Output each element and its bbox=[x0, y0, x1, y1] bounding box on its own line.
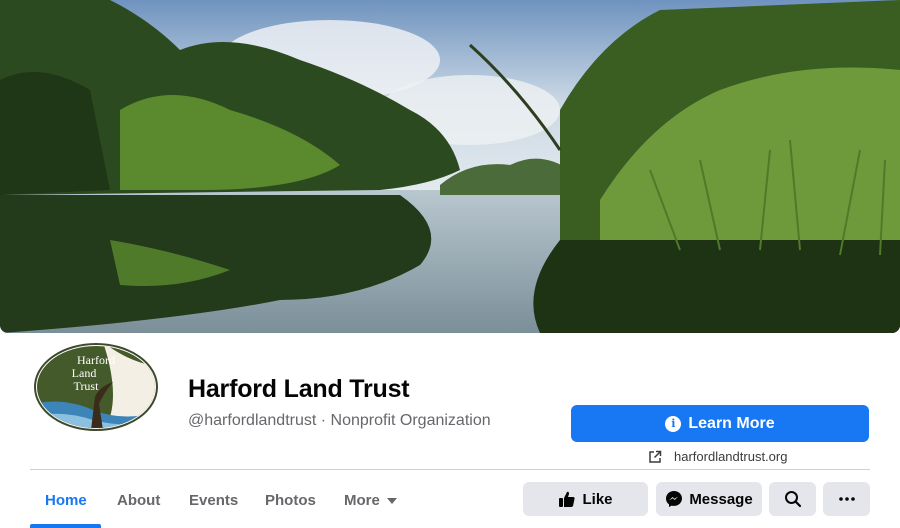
like-button[interactable]: Like bbox=[523, 482, 648, 516]
page-logo[interactable]: Harford Land Trust bbox=[33, 342, 159, 432]
divider bbox=[30, 469, 870, 470]
website-link[interactable]: harfordlandtrust.org bbox=[648, 449, 787, 464]
caret-down-icon bbox=[386, 497, 397, 504]
tab-about[interactable]: About bbox=[117, 492, 160, 509]
message-label: Message bbox=[689, 490, 753, 508]
page-title: Harford Land Trust bbox=[188, 375, 410, 403]
website-label: harfordlandtrust.org bbox=[674, 449, 788, 464]
like-label: Like bbox=[582, 490, 613, 508]
messenger-icon bbox=[666, 491, 683, 507]
more-icon bbox=[838, 497, 855, 501]
logo-text-line3: Trust bbox=[74, 379, 100, 393]
page-handle-category: @harfordlandtrust · Nonprofit Organizati… bbox=[188, 412, 491, 429]
logo-text-line1: Harford bbox=[77, 353, 115, 367]
thumbs-up-icon bbox=[559, 491, 576, 507]
tab-more[interactable]: More bbox=[344, 492, 398, 509]
message-button[interactable]: Message bbox=[656, 482, 762, 516]
cover-photo[interactable] bbox=[0, 0, 900, 333]
external-link-icon bbox=[649, 450, 662, 463]
active-tab-indicator bbox=[30, 524, 101, 528]
learn-more-button[interactable]: i Learn More bbox=[571, 405, 869, 442]
tab-events[interactable]: Events bbox=[189, 492, 238, 509]
search-icon bbox=[784, 491, 801, 508]
tab-photos[interactable]: Photos bbox=[265, 492, 316, 509]
tab-more-label: More bbox=[344, 492, 380, 509]
tab-home[interactable]: Home bbox=[45, 492, 87, 509]
learn-more-label: Learn More bbox=[688, 414, 775, 432]
more-options-button[interactable] bbox=[823, 482, 870, 516]
info-icon: i bbox=[665, 415, 682, 432]
logo-text-line2: Land bbox=[72, 366, 97, 380]
search-button[interactable] bbox=[769, 482, 816, 516]
